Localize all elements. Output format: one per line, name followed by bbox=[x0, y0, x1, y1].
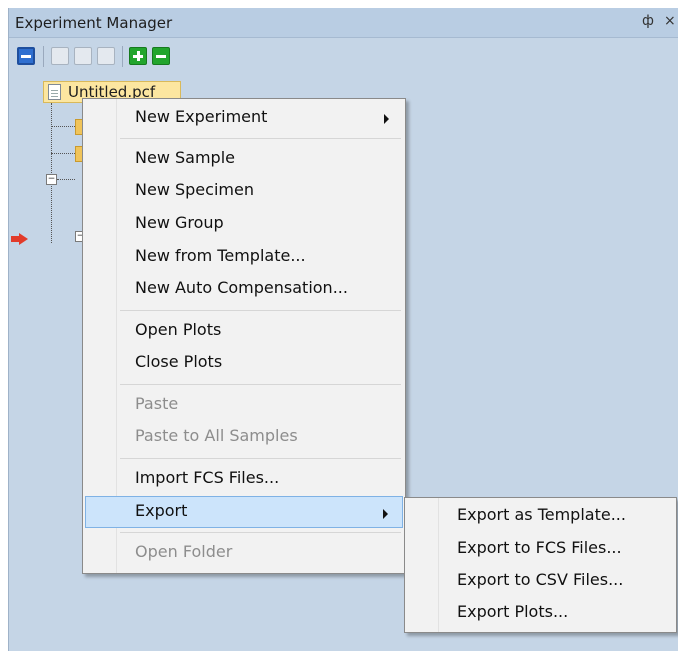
menu-item-new-group[interactable]: New Group bbox=[85, 208, 403, 240]
toolbar bbox=[9, 38, 678, 72]
menu-item-open-folder[interactable]: Open Folder bbox=[85, 537, 403, 569]
tree-line bbox=[51, 103, 52, 243]
panel-titlebar: Experiment Manager ф × bbox=[9, 8, 678, 38]
close-icon[interactable]: × bbox=[664, 13, 676, 29]
toolbar-separator bbox=[43, 46, 44, 67]
menu-item-label: Close Plots bbox=[135, 352, 223, 371]
menu-item-label: Export to FCS Files... bbox=[457, 538, 622, 557]
menu-item-export-to-fcs-files[interactable]: Export to FCS Files... bbox=[407, 533, 674, 565]
menu-item-new-auto-compensation[interactable]: New Auto Compensation... bbox=[85, 273, 403, 305]
document-icon[interactable] bbox=[97, 47, 115, 65]
menu-item-import-fcs-files[interactable]: Import FCS Files... bbox=[85, 463, 403, 495]
menu-item-label: Export bbox=[135, 501, 188, 520]
tree-line bbox=[51, 126, 75, 127]
context-menu: New Experiment New Sample New Specimen N… bbox=[82, 98, 406, 574]
submenu-arrow-icon bbox=[384, 114, 389, 124]
menu-separator bbox=[120, 458, 401, 459]
menu-item-label: Open Folder bbox=[135, 542, 233, 561]
pin-icon[interactable]: ф bbox=[642, 13, 654, 29]
menu-item-new-from-template[interactable]: New from Template... bbox=[85, 241, 403, 273]
new-experiment-icon[interactable] bbox=[17, 47, 35, 65]
menu-item-new-experiment[interactable]: New Experiment bbox=[85, 102, 403, 134]
menu-item-new-specimen[interactable]: New Specimen bbox=[85, 175, 403, 207]
export-submenu: Export as Template... Export to FCS File… bbox=[404, 497, 677, 633]
menu-item-new-sample[interactable]: New Sample bbox=[85, 143, 403, 175]
menu-separator bbox=[120, 384, 401, 385]
collapse-toggle[interactable]: − bbox=[46, 174, 57, 185]
menu-item-label: New Sample bbox=[135, 148, 235, 167]
menu-separator bbox=[120, 310, 401, 311]
menu-item-paste[interactable]: Paste bbox=[85, 389, 403, 421]
menu-item-label: Paste to All Samples bbox=[135, 426, 298, 445]
paste-icon[interactable] bbox=[74, 47, 92, 65]
menu-item-paste-to-all-samples[interactable]: Paste to All Samples bbox=[85, 421, 403, 453]
add-icon[interactable] bbox=[129, 47, 147, 65]
menu-item-close-plots[interactable]: Close Plots bbox=[85, 347, 403, 379]
menu-separator bbox=[120, 532, 401, 533]
remove-icon[interactable] bbox=[152, 47, 170, 65]
menu-item-label: New Specimen bbox=[135, 180, 254, 199]
menu-item-export-to-csv-files[interactable]: Export to CSV Files... bbox=[407, 565, 674, 597]
menu-item-label: New Experiment bbox=[135, 107, 268, 126]
tree-line bbox=[57, 179, 75, 180]
toolbar-separator bbox=[122, 46, 123, 67]
copy-icon[interactable] bbox=[51, 47, 69, 65]
menu-item-export[interactable]: Export bbox=[85, 496, 403, 528]
menu-item-label: Export as Template... bbox=[457, 505, 626, 524]
menu-item-open-plots[interactable]: Open Plots bbox=[85, 315, 403, 347]
menu-item-label: New from Template... bbox=[135, 246, 306, 265]
file-icon bbox=[48, 84, 61, 100]
menu-separator bbox=[120, 138, 401, 139]
menu-item-label: New Auto Compensation... bbox=[135, 278, 348, 297]
menu-item-label: Export to CSV Files... bbox=[457, 570, 624, 589]
menu-item-label: New Group bbox=[135, 213, 224, 232]
menu-item-label: Open Plots bbox=[135, 320, 222, 339]
panel-title: Experiment Manager bbox=[15, 14, 173, 32]
red-arrow-icon bbox=[11, 233, 28, 245]
menu-item-label: Import FCS Files... bbox=[135, 468, 280, 487]
tree-line bbox=[51, 153, 75, 154]
submenu-arrow-icon bbox=[383, 509, 388, 519]
menu-item-label: Paste bbox=[135, 394, 179, 413]
menu-item-label: Export Plots... bbox=[457, 602, 569, 621]
menu-item-export-plots[interactable]: Export Plots... bbox=[407, 597, 674, 629]
menu-item-export-as-template[interactable]: Export as Template... bbox=[407, 500, 674, 532]
